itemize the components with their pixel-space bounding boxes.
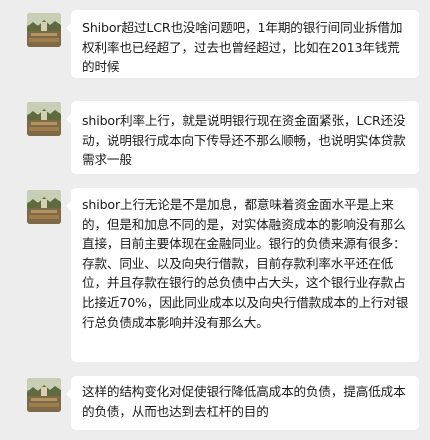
message-bubble[interactable]: shibor利率上行，就是说明银行现在资金面紧张，LCR还没动，说明银行成本向下… <box>66 101 419 174</box>
user-avatar-icon[interactable] <box>27 13 61 47</box>
user-avatar-icon[interactable] <box>27 190 61 224</box>
message-text: Shibor超过LCR也没啥问题吧，1年期的银行间同业拆借加权利率也已经超了，过… <box>82 20 403 75</box>
message-text: 这样的结构变化对促使银行降低高成本的负债，提高低成本的负债，从而也达到去杠杆的目… <box>82 384 406 419</box>
user-avatar-icon[interactable] <box>27 102 61 136</box>
message-text: shibor利率上行，就是说明银行现在资金面紧张，LCR还没动，说明银行成本向下… <box>82 113 406 168</box>
message-text: shibor上行无论是不是加息，都意味着资金面水平是上来的，但是和加息不同的是，… <box>82 197 409 330</box>
message-bubble[interactable]: shibor上行无论是不是加息，都意味着资金面水平是上来的，但是和加息不同的是，… <box>66 188 419 362</box>
user-avatar-icon[interactable] <box>27 378 61 412</box>
message-bubble[interactable]: Shibor超过LCR也没啥问题吧，1年期的银行间同业拆借加权利率也已经超了，过… <box>66 10 419 78</box>
message-bubble[interactable]: 这样的结构变化对促使银行降低高成本的负债，提高低成本的负债，从而也达到去杠杆的目… <box>66 376 419 430</box>
